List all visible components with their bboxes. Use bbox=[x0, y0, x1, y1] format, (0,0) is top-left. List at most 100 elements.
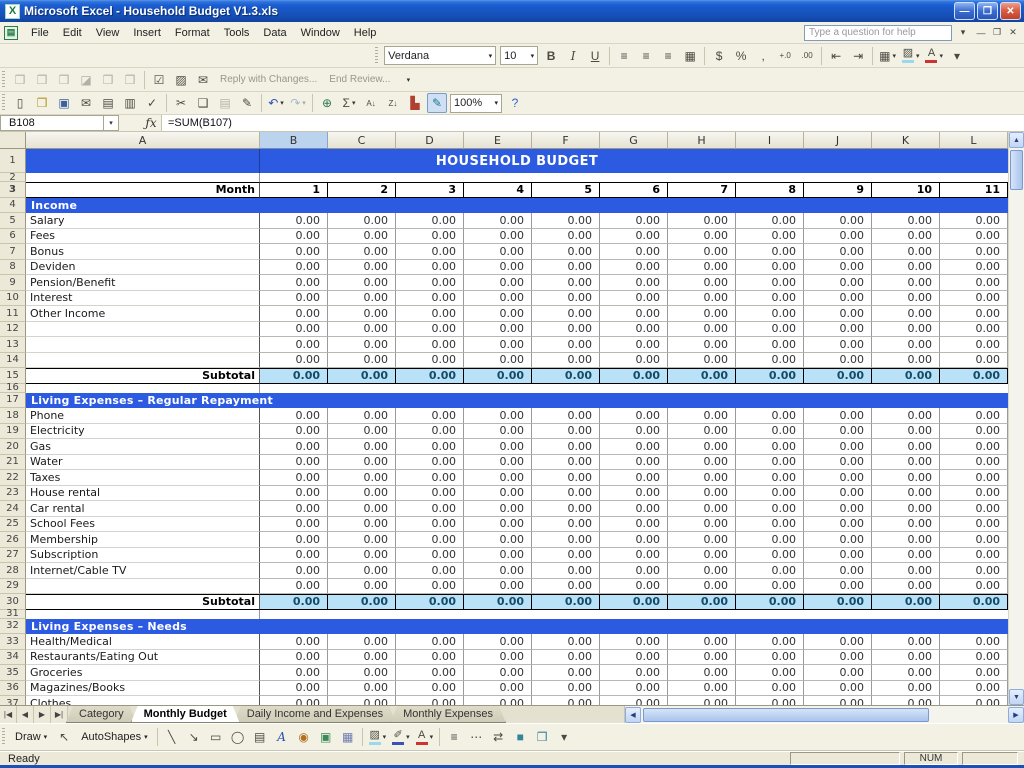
value-cell[interactable]: 0.00 bbox=[328, 213, 396, 229]
menu-item-help[interactable]: Help bbox=[347, 24, 384, 42]
value-cell[interactable]: 0.00 bbox=[532, 439, 600, 455]
row-header-2[interactable]: 2 bbox=[0, 173, 26, 182]
value-cell[interactable]: 0.00 bbox=[940, 517, 1008, 533]
value-cell[interactable]: 0.00 bbox=[668, 439, 736, 455]
label-cell[interactable]: Phone bbox=[26, 408, 260, 424]
value-cell[interactable]: 0.00 bbox=[736, 260, 804, 276]
value-cell[interactable]: 0.00 bbox=[532, 424, 600, 440]
vertical-scroll-thumb[interactable] bbox=[1010, 150, 1023, 190]
value-cell[interactable]: 0.00 bbox=[940, 594, 1008, 610]
value-cell[interactable]: 0.00 bbox=[940, 337, 1008, 353]
scroll-down-icon[interactable]: ▼ bbox=[1009, 689, 1024, 705]
value-cell[interactable]: 0.00 bbox=[328, 650, 396, 666]
label-cell[interactable]: Pension/Benefit bbox=[26, 275, 260, 291]
vertical-scrollbar[interactable]: ▲ ▼ bbox=[1008, 132, 1024, 705]
value-cell[interactable]: 0.00 bbox=[532, 244, 600, 260]
value-cell[interactable]: 0.00 bbox=[872, 665, 940, 681]
value-cell[interactable]: 0.00 bbox=[464, 563, 532, 579]
column-header-G[interactable]: G bbox=[600, 132, 668, 149]
value-cell[interactable]: 0.00 bbox=[464, 532, 532, 548]
value-cell[interactable]: 0.00 bbox=[668, 665, 736, 681]
value-cell[interactable]: 0.00 bbox=[464, 213, 532, 229]
font-size-select[interactable]: 10▾ bbox=[500, 46, 538, 65]
value-cell[interactable]: 0.00 bbox=[804, 470, 872, 486]
value-cell[interactable]: 0.00 bbox=[940, 408, 1008, 424]
value-cell[interactable]: 0.00 bbox=[736, 275, 804, 291]
value-cell[interactable]: 0.00 bbox=[396, 634, 464, 650]
row-header-1[interactable]: 1 bbox=[0, 149, 26, 173]
value-cell[interactable]: 0.00 bbox=[668, 260, 736, 276]
value-cell[interactable]: 0.00 bbox=[668, 424, 736, 440]
value-cell[interactable]: 0.00 bbox=[668, 470, 736, 486]
value-cell[interactable]: 0.00 bbox=[260, 486, 328, 502]
row-header-20[interactable]: 20 bbox=[0, 439, 26, 455]
oval-button[interactable]: ◯ bbox=[228, 727, 248, 747]
label-cell[interactable]: Water bbox=[26, 455, 260, 471]
value-cell[interactable]: 0.00 bbox=[940, 424, 1008, 440]
show-all-comments-icon[interactable]: ❒ bbox=[98, 70, 118, 90]
value-cell[interactable]: 0.00 bbox=[260, 322, 328, 338]
value-cell[interactable]: 0.00 bbox=[464, 681, 532, 697]
value-cell[interactable]: 0.00 bbox=[464, 337, 532, 353]
value-cell[interactable]: 0.00 bbox=[328, 548, 396, 564]
value-cell[interactable]: 0.00 bbox=[464, 424, 532, 440]
value-cell[interactable]: 0.00 bbox=[328, 229, 396, 245]
previous-comment-icon[interactable]: ❒ bbox=[32, 70, 52, 90]
value-cell[interactable]: 0.00 bbox=[668, 322, 736, 338]
value-cell[interactable]: 0.00 bbox=[736, 368, 804, 384]
value-cell[interactable]: 0.00 bbox=[600, 650, 668, 666]
row-header-5[interactable]: 5 bbox=[0, 213, 26, 229]
row-header-8[interactable]: 8 bbox=[0, 260, 26, 276]
value-cell[interactable]: 0.00 bbox=[396, 501, 464, 517]
value-cell[interactable]: 0.00 bbox=[464, 260, 532, 276]
value-cell[interactable]: 0.00 bbox=[260, 229, 328, 245]
value-cell[interactable]: 0.00 bbox=[600, 353, 668, 369]
row-header-12[interactable]: 12 bbox=[0, 322, 26, 338]
label-cell[interactable]: Health/Medical bbox=[26, 634, 260, 650]
value-cell[interactable]: 0.00 bbox=[804, 408, 872, 424]
reply-with-changes-button[interactable]: Reply with Changes... bbox=[214, 74, 323, 85]
sort-descending-button[interactable]: Z↓ bbox=[383, 93, 403, 113]
empty-row-cells[interactable] bbox=[26, 173, 1008, 182]
merge-center-button[interactable]: ▦ bbox=[680, 46, 700, 66]
diagram-button[interactable]: ◉ bbox=[294, 727, 314, 747]
value-cell[interactable]: 0.00 bbox=[872, 548, 940, 564]
value-cell[interactable]: 0.00 bbox=[328, 517, 396, 533]
value-cell[interactable]: 0.00 bbox=[940, 275, 1008, 291]
value-cell[interactable]: 0.00 bbox=[668, 455, 736, 471]
workbook-minimize-button[interactable]: — bbox=[974, 26, 988, 40]
value-cell[interactable]: 0.00 bbox=[328, 408, 396, 424]
value-cell[interactable]: 0.00 bbox=[532, 337, 600, 353]
value-cell[interactable]: 0.00 bbox=[736, 548, 804, 564]
percent-button[interactable]: % bbox=[731, 46, 751, 66]
value-cell[interactable]: 0.00 bbox=[668, 681, 736, 697]
value-cell[interactable]: 0.00 bbox=[872, 634, 940, 650]
value-cell[interactable]: 0.00 bbox=[872, 455, 940, 471]
select-changes-icon[interactable]: ☑ bbox=[149, 70, 169, 90]
value-cell[interactable]: 0.00 bbox=[532, 532, 600, 548]
label-cell[interactable]: Month bbox=[26, 182, 260, 198]
value-cell[interactable]: 0.00 bbox=[260, 563, 328, 579]
label-cell[interactable]: Magazines/Books bbox=[26, 681, 260, 697]
value-cell[interactable]: 0.00 bbox=[872, 681, 940, 697]
value-cell[interactable]: 0.00 bbox=[260, 470, 328, 486]
value-cell[interactable]: 0.00 bbox=[872, 322, 940, 338]
increase-decimal-button[interactable]: +.0 bbox=[775, 46, 795, 66]
label-cell[interactable]: Subscription bbox=[26, 548, 260, 564]
value-cell[interactable]: 0.00 bbox=[532, 548, 600, 564]
shadow-style-button[interactable]: ■ bbox=[510, 727, 530, 747]
align-center-button[interactable]: ≡ bbox=[636, 46, 656, 66]
value-cell[interactable]: 0.00 bbox=[396, 548, 464, 564]
value-cell[interactable]: 0.00 bbox=[804, 548, 872, 564]
value-cell[interactable]: 0.00 bbox=[600, 408, 668, 424]
value-cell[interactable]: 0.00 bbox=[260, 424, 328, 440]
row-header-18[interactable]: 18 bbox=[0, 408, 26, 424]
row-header-28[interactable]: 28 bbox=[0, 563, 26, 579]
value-cell[interactable]: 0.00 bbox=[804, 424, 872, 440]
value-cell[interactable]: 0.00 bbox=[464, 594, 532, 610]
menu-item-format[interactable]: Format bbox=[168, 24, 217, 42]
value-cell[interactable]: 0.00 bbox=[668, 486, 736, 502]
value-cell[interactable]: 0.00 bbox=[872, 563, 940, 579]
section-header-cell[interactable]: Living Expenses – Regular Repayment bbox=[26, 393, 1008, 409]
value-cell[interactable]: 0.00 bbox=[328, 306, 396, 322]
